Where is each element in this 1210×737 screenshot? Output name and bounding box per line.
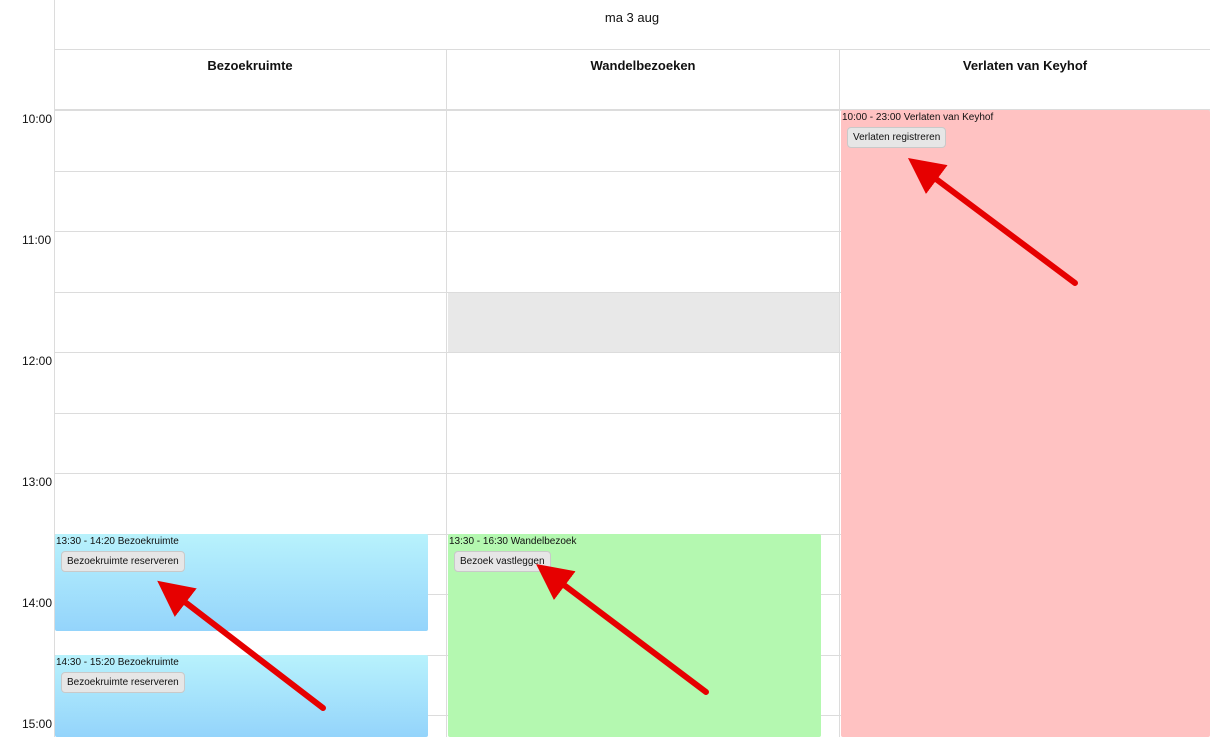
date-label: ma 3 aug	[604, 10, 660, 25]
bezoek-vastleggen-button[interactable]: Bezoek vastleggen	[454, 551, 551, 572]
event-title: 14:30 - 15:20 Bezoekruimte	[56, 657, 179, 668]
event-wandelbezoek[interactable]: 13:30 - 16:30 Wandelbezoek Bezoek vastle…	[448, 534, 821, 737]
event-bezoekruimte-1430[interactable]: 14:30 - 15:20 Bezoekruimte Bezoekruimte …	[55, 655, 428, 737]
time-label-15: 15:00	[22, 717, 53, 731]
time-label-14: 14:00	[22, 596, 53, 610]
time-label-11: 11:00	[22, 233, 52, 247]
bezoekruimte-reserveren-button[interactable]: Bezoekruimte reserveren	[61, 551, 185, 572]
column-header-wandelbezoeken: Wandelbezoeken	[447, 50, 839, 110]
event-title: 13:30 - 14:20 Bezoekruimte	[56, 536, 179, 547]
verlaten-registreren-button[interactable]: Verlaten registreren	[847, 127, 947, 148]
time-label-12: 12:00	[22, 354, 53, 368]
column-header-verlaten: Verlaten van Keyhof	[840, 50, 1210, 110]
bezoekruimte-reserveren-button[interactable]: Bezoekruimte reserveren	[61, 672, 185, 693]
time-label-10: 10:00	[22, 112, 53, 126]
column-bezoekruimte: Bezoekruimte	[54, 50, 447, 737]
column-header-bezoekruimte: Bezoekruimte	[54, 50, 446, 110]
unavailable-slot	[448, 292, 839, 352]
calendar-view: ma 3 aug Bezoekruimte Wandelbezoeken Ver…	[0, 0, 1210, 737]
event-verlaten-van-keyhof[interactable]: 10:00 - 23:00 Verlaten van Keyhof Verlat…	[841, 110, 1210, 737]
event-bezoekruimte-1330[interactable]: 13:30 - 14:20 Bezoekruimte Bezoekruimte …	[55, 534, 428, 631]
date-header: ma 3 aug	[54, 0, 1210, 50]
event-title: 10:00 - 23:00 Verlaten van Keyhof	[842, 112, 994, 123]
time-label-13: 13:00	[22, 475, 53, 489]
event-title: 13:30 - 16:30 Wandelbezoek	[449, 536, 577, 547]
